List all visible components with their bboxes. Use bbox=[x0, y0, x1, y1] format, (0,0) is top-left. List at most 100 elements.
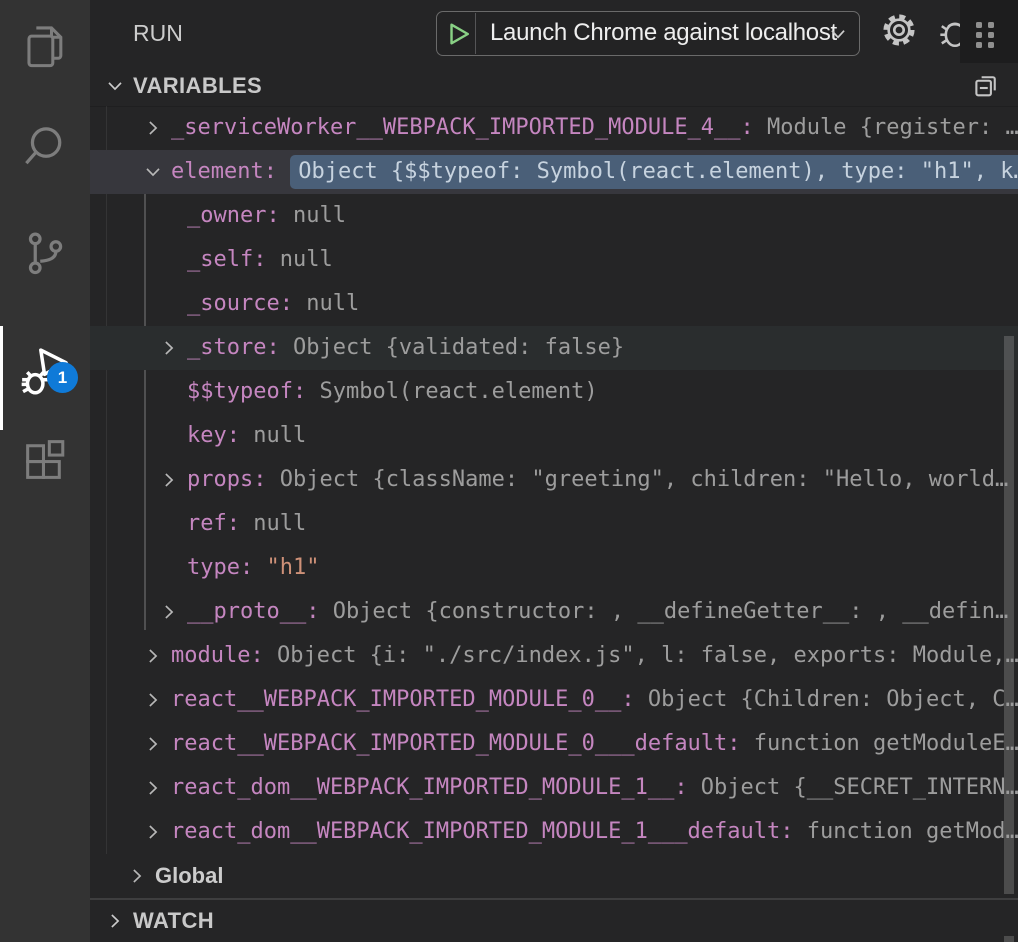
grip-dots-icon bbox=[976, 22, 994, 48]
debug-badge: 1 bbox=[47, 362, 78, 393]
variable-value: Object {__SECRET_INTERN… bbox=[688, 775, 1018, 800]
variable-value: null bbox=[280, 203, 346, 228]
variable-name: key: bbox=[187, 423, 240, 448]
tree-row[interactable]: key: null bbox=[90, 414, 1018, 458]
variable-name: type: bbox=[187, 555, 253, 580]
start-debugging-icon[interactable] bbox=[446, 21, 472, 52]
variable-name: ref: bbox=[187, 511, 240, 536]
tree-row-content: Global bbox=[90, 854, 1018, 898]
chevron-right-icon[interactable] bbox=[159, 602, 179, 622]
variable-value: Object {constructor: , __defineGetter__:… bbox=[319, 599, 1008, 624]
variable-value: Object {className: "greeting", children:… bbox=[266, 467, 1008, 492]
extensions-icon bbox=[19, 436, 71, 488]
chevron-right-icon[interactable] bbox=[159, 338, 179, 358]
chevron-down-icon[interactable] bbox=[143, 162, 163, 182]
tree-row[interactable]: __proto__: Object {constructor: , __defi… bbox=[90, 590, 1018, 634]
variable-value: null bbox=[240, 423, 306, 448]
chevron-down-icon[interactable] bbox=[827, 23, 849, 50]
vertical-scrollbar[interactable] bbox=[1004, 336, 1014, 894]
tree-row-content: react__WEBPACK_IMPORTED_MODULE_0___defau… bbox=[90, 722, 1018, 766]
tree-row-content: props: Object {className: "greeting", ch… bbox=[90, 458, 1018, 502]
settings-gear-icon[interactable] bbox=[878, 9, 920, 56]
sidebar-item-extensions[interactable] bbox=[0, 424, 90, 500]
chevron-down-icon[interactable] bbox=[105, 76, 125, 96]
variable-name: react_dom__WEBPACK_IMPORTED_MODULE_1___d… bbox=[171, 819, 794, 844]
tree-row[interactable]: _owner: null bbox=[90, 194, 1018, 238]
panel-title: RUN bbox=[133, 0, 183, 66]
tree-row[interactable]: _self: null bbox=[90, 238, 1018, 282]
tree-row[interactable]: react_dom__WEBPACK_IMPORTED_MODULE_1__: … bbox=[90, 766, 1018, 810]
tree-row[interactable]: type: "h1" bbox=[90, 546, 1018, 590]
tree-row[interactable]: _store: Object {validated: false} bbox=[90, 326, 1018, 370]
variable-value: function getMod… bbox=[794, 819, 1018, 844]
chevron-right-icon[interactable] bbox=[105, 911, 125, 931]
variable-value: Symbol(react.element) bbox=[306, 379, 597, 404]
tree-row[interactable]: module: Object {i: "./src/index.js", l: … bbox=[90, 634, 1018, 678]
debug-config-label[interactable]: Launch Chrome against localhost bbox=[490, 12, 837, 54]
drag-handle-overlay[interactable] bbox=[960, 0, 1018, 63]
variable-value: null bbox=[293, 291, 359, 316]
variable-name: props: bbox=[187, 467, 266, 492]
tree-row-content: react_dom__WEBPACK_IMPORTED_MODULE_1__: … bbox=[90, 766, 1018, 810]
chevron-right-icon[interactable] bbox=[143, 646, 163, 666]
tree-row[interactable]: react__WEBPACK_IMPORTED_MODULE_0___defau… bbox=[90, 722, 1018, 766]
variable-name: element: bbox=[171, 159, 277, 184]
tree-row[interactable]: element: Object {$$typeof: Symbol(react.… bbox=[90, 150, 1018, 194]
tree-row-content: react__WEBPACK_IMPORTED_MODULE_0__: Obje… bbox=[90, 678, 1018, 722]
variable-value: function getModuleE… bbox=[741, 731, 1018, 756]
variable-name: react__WEBPACK_IMPORTED_MODULE_0___defau… bbox=[171, 731, 741, 756]
variable-name: react_dom__WEBPACK_IMPORTED_MODULE_1__: bbox=[171, 775, 688, 800]
variable-name: __proto__: bbox=[187, 599, 319, 624]
watch-section-header[interactable]: WATCH bbox=[90, 898, 1018, 942]
tree-row-content: type: "h1" bbox=[90, 546, 1018, 590]
files-icon bbox=[19, 21, 71, 73]
variable-value bbox=[253, 555, 266, 580]
variable-name: _store: bbox=[187, 335, 280, 360]
sidebar-item-explorer[interactable] bbox=[0, 9, 90, 85]
chevron-right-icon[interactable] bbox=[127, 866, 147, 886]
tree-row[interactable]: react__WEBPACK_IMPORTED_MODULE_0__: Obje… bbox=[90, 678, 1018, 722]
tree-row[interactable]: props: Object {className: "greeting", ch… bbox=[90, 458, 1018, 502]
chevron-right-icon[interactable] bbox=[143, 778, 163, 798]
variable-name: react__WEBPACK_IMPORTED_MODULE_0__: bbox=[171, 687, 635, 712]
scope-label: Global bbox=[155, 863, 223, 888]
tree-row-content: key: null bbox=[90, 414, 1018, 458]
tree-row-content: react_dom__WEBPACK_IMPORTED_MODULE_1___d… bbox=[90, 810, 1018, 854]
tree-row-content: $$typeof: Symbol(react.element) bbox=[90, 370, 1018, 414]
chevron-right-icon[interactable] bbox=[143, 822, 163, 842]
variable-value: Object {i: "./src/index.js", l: false, e… bbox=[264, 643, 1018, 668]
debug-toolbar: RUN Launch Chrome against localhost bbox=[90, 0, 1018, 66]
source-control-icon bbox=[19, 227, 71, 279]
tree-row[interactable]: Global bbox=[90, 854, 1018, 898]
variable-value: Object {Children: Object, C… bbox=[635, 687, 1018, 712]
tree-row[interactable]: _source: null bbox=[90, 282, 1018, 326]
variable-name: module: bbox=[171, 643, 264, 668]
variable-value: "h1" bbox=[266, 555, 319, 580]
watch-scrollbar-stub[interactable] bbox=[1004, 936, 1014, 942]
variables-section-header[interactable]: VARIABLES bbox=[90, 66, 1018, 107]
variable-name: _serviceWorker__WEBPACK_IMPORTED_MODULE_… bbox=[171, 115, 754, 140]
tree-row-content: _source: null bbox=[90, 282, 1018, 326]
variable-value: Object {$$typeof: Symbol(react.element),… bbox=[290, 155, 1018, 189]
sidebar-item-source-control[interactable] bbox=[0, 215, 90, 291]
collapse-all-icon[interactable] bbox=[972, 72, 1000, 105]
run-and-debug-panel: RUN Launch Chrome against localhost bbox=[90, 0, 1018, 942]
chevron-right-icon[interactable] bbox=[143, 690, 163, 710]
chevron-right-icon[interactable] bbox=[143, 118, 163, 138]
sidebar-item-search[interactable] bbox=[0, 110, 90, 186]
active-view-indicator bbox=[0, 326, 3, 430]
variable-name: _self: bbox=[187, 247, 266, 272]
tree-row-content: _self: null bbox=[90, 238, 1018, 282]
variable-name: _owner: bbox=[187, 203, 280, 228]
tree-row-content: module: Object {i: "./src/index.js", l: … bbox=[90, 634, 1018, 678]
tree-row-content: __proto__: Object {constructor: , __defi… bbox=[90, 590, 1018, 634]
tree-row-content: _serviceWorker__WEBPACK_IMPORTED_MODULE_… bbox=[90, 106, 1018, 150]
chevron-right-icon[interactable] bbox=[143, 734, 163, 754]
debug-config-dropdown[interactable]: Launch Chrome against localhost bbox=[436, 11, 860, 56]
tree-row[interactable]: react_dom__WEBPACK_IMPORTED_MODULE_1___d… bbox=[90, 810, 1018, 854]
tree-row[interactable]: $$typeof: Symbol(react.element) bbox=[90, 370, 1018, 414]
watch-section-title: WATCH bbox=[133, 908, 214, 934]
chevron-right-icon[interactable] bbox=[159, 470, 179, 490]
tree-row[interactable]: ref: null bbox=[90, 502, 1018, 546]
tree-row[interactable]: _serviceWorker__WEBPACK_IMPORTED_MODULE_… bbox=[90, 106, 1018, 150]
